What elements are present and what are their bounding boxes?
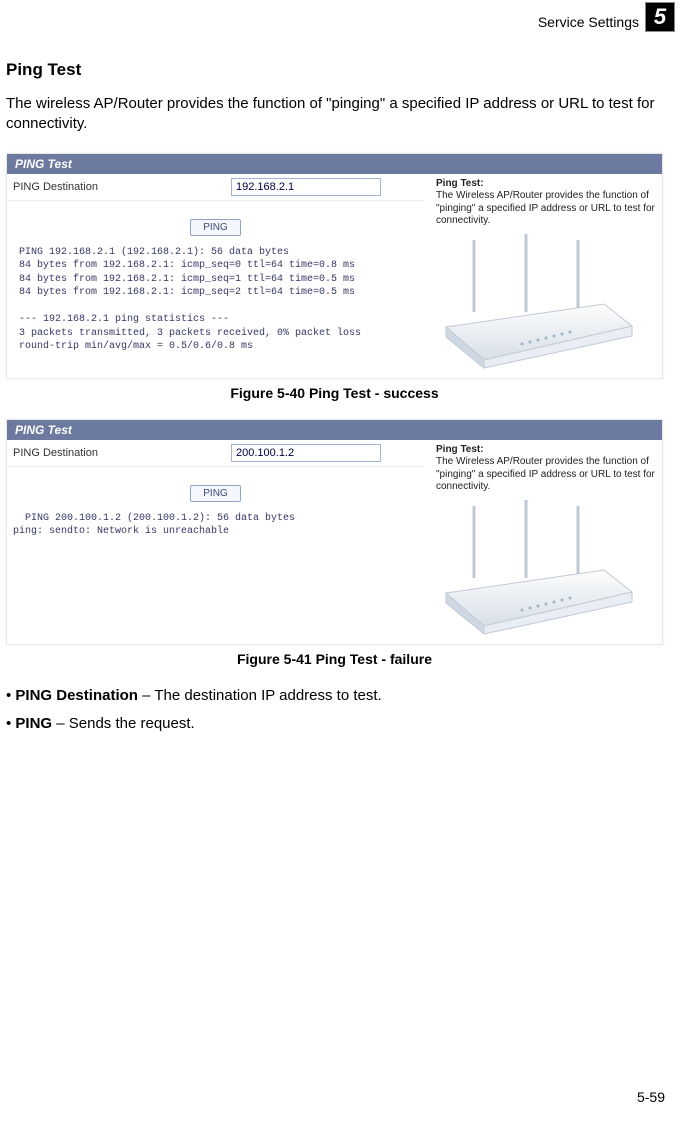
ping-destination-label: PING Destination [13,181,183,193]
definition-list: PING Destination – The destination IP ad… [6,685,663,736]
ping-test-panel: PING Test PING Destination PING PING 200… [6,419,663,645]
ping-button[interactable]: PING [190,485,240,502]
ping-button[interactable]: PING [190,219,240,236]
router-icon [436,232,636,372]
ping-destination-input[interactable] [231,444,381,462]
figure-failure: PING Test PING Destination PING PING 200… [6,419,663,667]
list-term: PING [15,715,56,732]
ping-destination-label: PING Destination [13,447,183,459]
list-term: PING Destination [15,687,138,704]
page-number: 5-59 [637,1089,665,1105]
chapter-number-badge: 5 [645,2,675,32]
ping-test-panel: PING Test PING Destination PING PING 192… [6,153,663,379]
ping-destination-row: PING Destination [7,440,424,467]
list-text: – Sends the request. [56,715,194,732]
list-item: PING Destination – The destination IP ad… [6,685,663,708]
panel-title: PING Test [7,420,662,440]
help-title: Ping Test: [436,444,656,457]
page-content: Ping Test The wireless AP/Router provide… [0,42,685,736]
figure-caption: Figure 5-40 Ping Test - success [6,385,663,401]
ping-output: PING 192.168.2.1 (192.168.2.1): 56 data … [7,246,424,362]
page-header: Service Settings 5 [0,0,685,42]
router-icon [436,498,636,638]
ping-destination-input[interactable] [231,178,381,196]
page-title: Ping Test [6,60,663,80]
list-text: – The destination IP address to test. [138,687,382,704]
panel-title: PING Test [7,154,662,174]
ping-destination-row: PING Destination [7,174,424,201]
section-name: Service Settings [538,14,639,30]
figure-success: PING Test PING Destination PING PING 192… [6,153,663,401]
help-text: The Wireless AP/Router provides the func… [436,190,656,228]
ping-output: PING 200.100.1.2 (200.100.1.2): 56 data … [7,512,424,547]
help-title: Ping Test: [436,178,656,191]
list-item: PING – Sends the request. [6,713,663,736]
help-text: The Wireless AP/Router provides the func… [436,456,656,494]
intro-paragraph: The wireless AP/Router provides the func… [6,94,663,135]
figure-caption: Figure 5-41 Ping Test - failure [6,651,663,667]
